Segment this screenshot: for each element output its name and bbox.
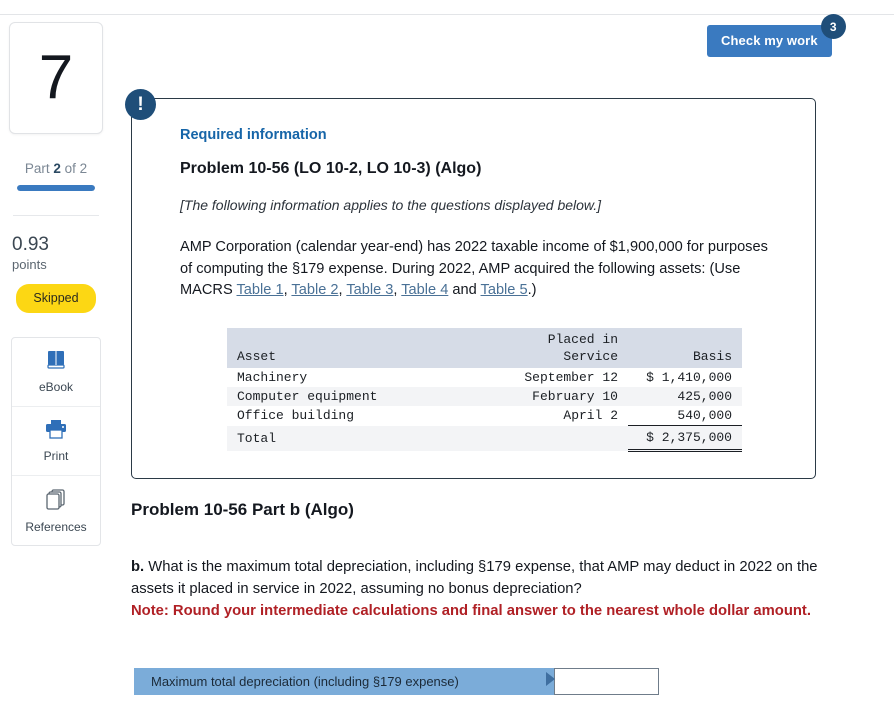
sidebar-divider xyxy=(13,215,99,216)
tool-ebook[interactable]: eBook xyxy=(12,338,100,407)
answer-label-cell: Maximum total depreciation (including §1… xyxy=(134,668,555,695)
answer-row: Maximum total depreciation (including §1… xyxy=(134,668,659,695)
status-badge-skipped: Skipped xyxy=(16,284,96,313)
part-b-title: Problem 10-56 Part b (Algo) xyxy=(131,500,354,519)
rounding-note: Note: Round your intermediate calculatio… xyxy=(131,602,811,619)
cell-placed-in-service: February 10 xyxy=(492,387,628,407)
table-row: Office building April 2 540,000 xyxy=(227,406,742,426)
question-marker: b. xyxy=(131,559,145,575)
printer-icon xyxy=(44,419,68,444)
question-text: b. What is the maximum total depreciatio… xyxy=(131,557,841,622)
question-number: 7 xyxy=(38,43,74,112)
scenario-text-part2: .) xyxy=(527,282,537,299)
problem-title: Problem 10-56 (LO 10-2, LO 10-3) (Algo) xyxy=(180,160,482,177)
points-value: 0.93 xyxy=(12,234,49,255)
table-total-row: Total $ 2,375,000 xyxy=(227,425,742,453)
cell-asset: Office building xyxy=(237,408,355,424)
table-row: Machinery September 12 $ 1,410,000 xyxy=(227,368,742,387)
scenario-paragraph: AMP Corporation (calendar year-end) has … xyxy=(180,239,768,299)
part-progress-bar xyxy=(17,185,95,191)
part-current: 2 xyxy=(53,161,61,176)
column-header-placed-in-service: Placed in Service xyxy=(492,327,628,369)
tool-print-label: Print xyxy=(43,449,69,463)
part-progress-fill xyxy=(17,185,95,191)
link-table-1[interactable]: Table 1 xyxy=(237,282,284,298)
tool-print[interactable]: Print xyxy=(12,407,100,476)
answer-input[interactable] xyxy=(554,668,659,695)
assets-table-header-row: Asset Placed in Service Basis xyxy=(227,327,742,369)
top-divider xyxy=(0,14,894,15)
check-my-work-button[interactable]: Check my work xyxy=(707,25,832,57)
book-icon xyxy=(45,350,67,375)
cell-asset: Machinery xyxy=(237,370,308,386)
column-header-asset: Asset xyxy=(227,327,492,369)
part-indicator: Part 2 of 2 xyxy=(0,161,112,176)
cell-total-label: Total xyxy=(227,425,492,451)
cell-basis: 425,000 xyxy=(628,387,742,407)
part-prefix: Part xyxy=(24,161,54,176)
cell-basis: 540,000 xyxy=(677,408,732,424)
required-information-heading: Required information xyxy=(180,127,327,143)
question-page: Check my work 3 7 Part 2 of 2 0.93 point… xyxy=(0,0,894,721)
cell-basis: $ 1,410,000 xyxy=(646,370,732,386)
question-body: What is the maximum total depreciation, … xyxy=(131,559,818,597)
exclamation-icon: ! xyxy=(125,89,156,120)
copy-pages-icon xyxy=(45,488,67,515)
assets-table: Asset Placed in Service Basis Machinery … xyxy=(227,327,742,453)
tool-ebook-label: eBook xyxy=(38,380,74,394)
link-table-5[interactable]: Table 5 xyxy=(481,282,528,298)
scenario-text-mid: and xyxy=(448,282,481,299)
tools-panel: eBook Print References xyxy=(11,337,101,546)
cell-asset: Computer equipment xyxy=(227,387,492,407)
check-my-work-container: Check my work 3 xyxy=(707,14,846,57)
caret-right-icon xyxy=(546,672,555,686)
cell-placed-in-service: September 12 xyxy=(524,370,618,386)
points-label: points xyxy=(12,257,47,272)
link-table-4[interactable]: Table 4 xyxy=(401,282,448,298)
tool-references[interactable]: References xyxy=(12,476,100,545)
part-suffix: of 2 xyxy=(60,161,88,176)
link-table-3[interactable]: Table 3 xyxy=(346,282,393,298)
sidebar: 7 Part 2 of 2 0.93 points Skipped eBook xyxy=(0,22,112,546)
link-table-2[interactable]: Table 2 xyxy=(291,282,338,298)
cell-total-basis: $ 2,375,000 xyxy=(628,425,742,453)
answer-label-text: Maximum total depreciation (including §1… xyxy=(151,674,459,689)
column-header-basis: Basis xyxy=(628,327,742,369)
table-row: Computer equipment February 10 425,000 xyxy=(227,387,742,407)
required-information-card: Required information Problem 10-56 (LO 1… xyxy=(131,98,816,479)
tool-references-label: References xyxy=(25,519,87,534)
applies-below-note: [The following information applies to th… xyxy=(180,197,602,213)
question-number-card: 7 xyxy=(9,22,103,134)
cell-total-blank xyxy=(492,425,628,451)
check-my-work-count-badge: 3 xyxy=(820,14,846,39)
cell-placed-in-service: April 2 xyxy=(563,408,618,424)
